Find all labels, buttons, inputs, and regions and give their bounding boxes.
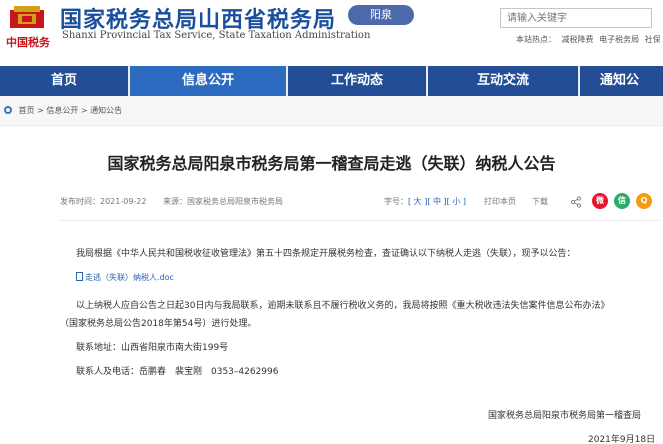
article-title: 国家税务总局阳泉市税务局第一稽查局走逃（失联）纳税人公告 bbox=[107, 154, 556, 173]
attachment-name[interactable]: 走逃（失联）纳税人.doc bbox=[85, 273, 174, 282]
paragraph-notice-line2: （国家税务总局公告2018年第54号）进行处理。 bbox=[60, 319, 257, 329]
breadcrumb-notices[interactable]: 通知公告 bbox=[90, 106, 122, 115]
breadcrumb-home[interactable]: 首页 bbox=[19, 106, 35, 115]
qq-icon[interactable]: Q bbox=[636, 193, 652, 209]
contact-address: 联系地址：山西省阳泉市南大街199号 bbox=[76, 343, 229, 353]
city-badge[interactable]: 阳泉 bbox=[348, 5, 414, 25]
nav-item-work-news[interactable]: 工作动态 bbox=[288, 66, 426, 96]
hot-link[interactable]: 减税降费 bbox=[562, 35, 594, 44]
font-size-control: 字号：[ 大 ][ 中 ][ 小 ] bbox=[384, 196, 466, 207]
search-input[interactable] bbox=[500, 8, 652, 28]
nav-separator bbox=[578, 66, 580, 96]
main-nav: 首页 信息公开 工作动态 互动交流 通知公 bbox=[0, 66, 663, 96]
share-icon[interactable] bbox=[570, 196, 582, 211]
meta-divider bbox=[60, 220, 660, 221]
tax-emblem-logo[interactable] bbox=[6, 2, 48, 30]
nav-item-notices[interactable]: 通知公 bbox=[600, 66, 663, 96]
signature-issuer: 国家税务总局阳泉市税务局第一稽查局 bbox=[488, 411, 642, 421]
hot-link[interactable]: 电子税务局 bbox=[599, 35, 639, 44]
hot-links: 本站热点： 减税降费 电子税务局 社保 发 bbox=[516, 34, 663, 45]
breadcrumb-sep: > bbox=[80, 106, 91, 115]
site-subtitle: Shanxi Provincial Tax Service, State Tax… bbox=[62, 30, 371, 41]
publish-time: 发布时间：2021-09-22 bbox=[60, 197, 147, 206]
breadcrumb-sep: > bbox=[37, 106, 47, 115]
nav-item-home[interactable]: 首页 bbox=[0, 66, 128, 96]
contact-persons: 联系人及电话：岳鹏春 裴宝刚 0353–4262996 bbox=[76, 367, 279, 377]
wechat-icon[interactable]: 信 bbox=[614, 193, 630, 209]
hot-label: 本站热点： bbox=[516, 35, 556, 44]
nav-item-info-public[interactable]: 信息公开 bbox=[130, 66, 286, 96]
breadcrumb-info-public[interactable]: 信息公开 bbox=[46, 106, 78, 115]
font-size-options[interactable]: [ 大 ][ 中 ][ 小 ] bbox=[408, 197, 466, 206]
article-meta: 发布时间：2021-09-22 来源：国家税务总局阳泉市税务局 bbox=[60, 196, 297, 207]
doc-file-icon bbox=[76, 272, 83, 281]
font-size-label: 字号： bbox=[384, 197, 408, 206]
site-header: 中国税务 国家税务总局山西省税务局 Shanxi Provincial Tax … bbox=[0, 0, 663, 66]
print-button[interactable]: 打印本页 bbox=[484, 196, 516, 207]
weibo-icon[interactable]: 微 bbox=[592, 193, 608, 209]
paragraph-notice-line1: 以上纳税人应自公告之日起30日内与我局联系，逾期未联系且不履行税收义务的，我局将… bbox=[76, 301, 610, 311]
attachment-link[interactable]: 走逃（失联）纳税人.doc bbox=[76, 272, 174, 283]
location-pin-icon bbox=[4, 106, 12, 114]
logo-subtext: 中国税务 bbox=[6, 36, 50, 49]
breadcrumb: 首页 > 信息公开 > 通知公告 bbox=[0, 96, 663, 126]
nav-item-interaction[interactable]: 互动交流 bbox=[428, 66, 578, 96]
hot-link[interactable]: 社保 bbox=[645, 35, 661, 44]
paragraph-intro: 我局根据《中华人民共和国税收征收管理法》第五十四条规定开展税务检查，查证确认以下… bbox=[76, 249, 576, 259]
article-source: 来源：国家税务总局阳泉市税务局 bbox=[163, 197, 284, 206]
signature-date: 2021年9月18日 bbox=[588, 435, 656, 444]
download-button[interactable]: 下载 bbox=[532, 196, 548, 207]
